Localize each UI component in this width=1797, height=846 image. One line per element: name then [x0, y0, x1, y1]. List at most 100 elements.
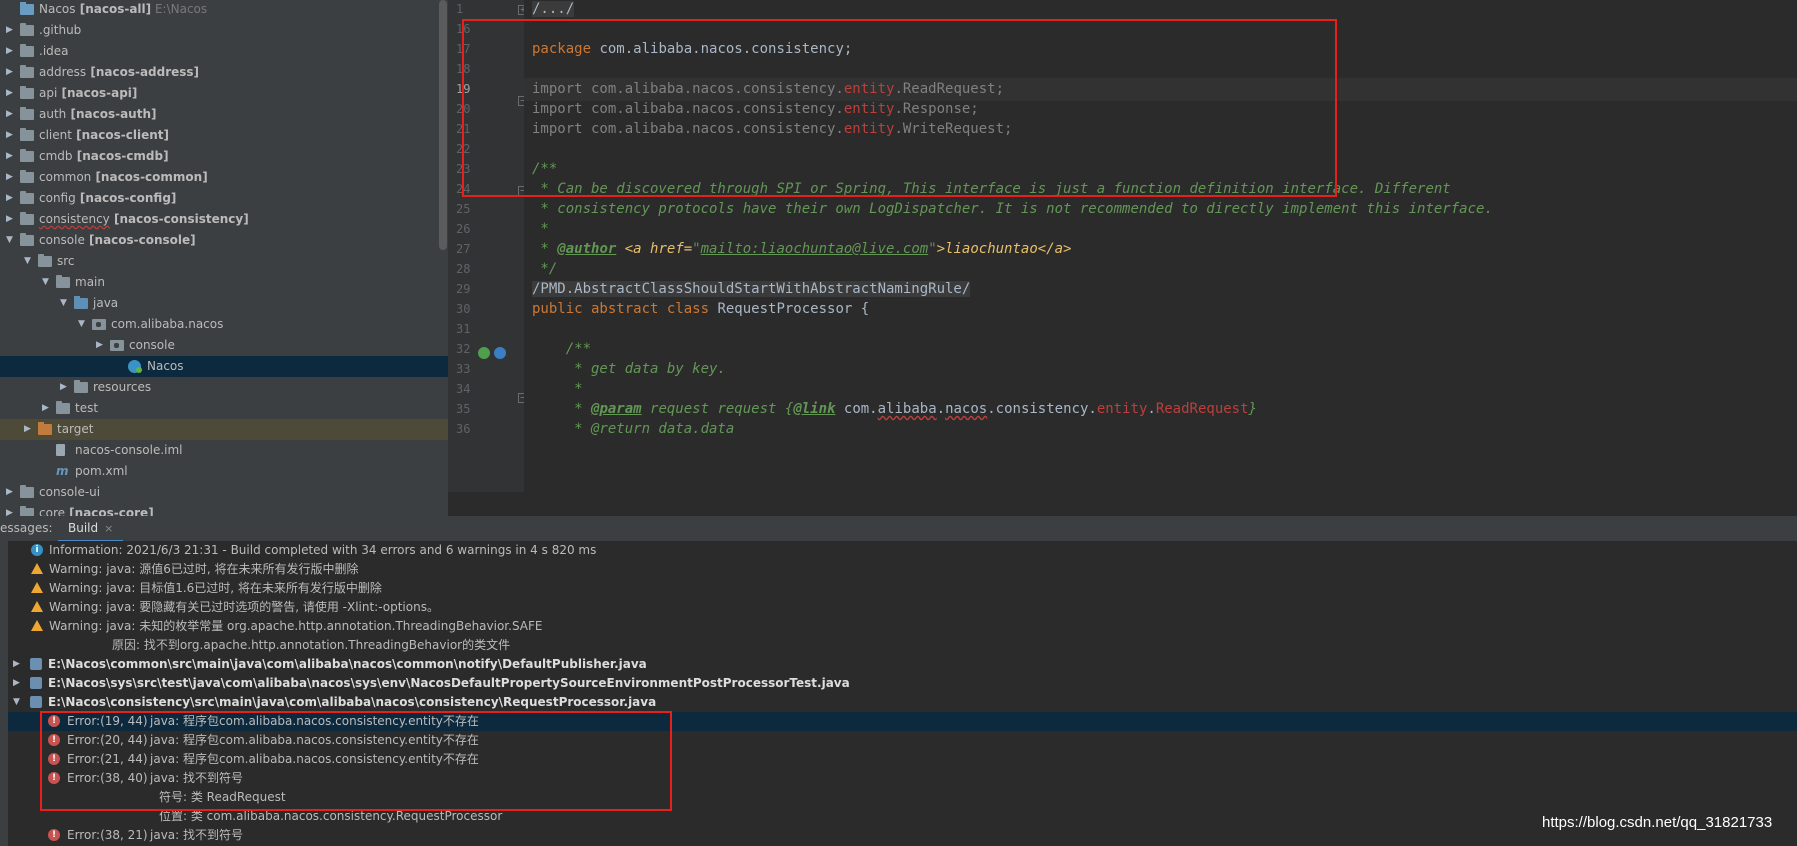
chevron-right-icon[interactable]: ▶	[6, 482, 16, 503]
inspect-icon[interactable]	[494, 347, 506, 359]
tree-item[interactable]: ▶ console	[0, 335, 448, 356]
implemented-icon[interactable]	[478, 347, 490, 359]
line-number: 36	[456, 422, 471, 436]
chevron-right-icon[interactable]: ▶	[13, 655, 20, 674]
messages-caption: essages:	[0, 521, 53, 535]
java-file-icon	[30, 696, 42, 708]
tree-item-label: config [nacos-config]	[39, 191, 177, 205]
chevron-right-icon[interactable]: ▶	[6, 188, 16, 209]
message-row[interactable]: 原因: 找不到org.apache.http.annotation.Thread…	[0, 636, 1797, 655]
chevron-right-icon[interactable]: ▶	[6, 62, 16, 83]
tree-item-label: client [nacos-client]	[39, 128, 169, 142]
tree-item-label: console-ui	[39, 485, 101, 499]
tree-item-label: Nacos [nacos-all] E:\Nacos	[39, 2, 208, 16]
tree-item[interactable]: ▶ core [nacos-core]	[0, 503, 448, 516]
code-line-36: * @return data.data	[532, 421, 735, 437]
tree-item[interactable]: ▼ main	[0, 272, 448, 293]
chevron-down-icon[interactable]: ▼	[42, 272, 52, 293]
tree-item-label: main	[75, 275, 105, 289]
java-file-icon	[30, 658, 42, 670]
java-class-icon	[128, 360, 142, 373]
folder-icon	[92, 319, 106, 330]
tree-item[interactable]: ▶ test	[0, 398, 448, 419]
file-path: E:\Nacos\consistency\src\main\java\com\a…	[48, 695, 657, 709]
tree-item-label: target	[57, 422, 94, 436]
chevron-right-icon[interactable]: ▶	[24, 419, 34, 440]
tree-item[interactable]: ▶ consistency [nacos-consistency]	[0, 209, 448, 230]
tree-item-label: cmdb [nacos-cmdb]	[39, 149, 169, 163]
tree-item[interactable]: ▶ config [nacos-config]	[0, 188, 448, 209]
tree-item[interactable]: ▶ address [nacos-address]	[0, 62, 448, 83]
chevron-right-icon[interactable]: ▶	[6, 503, 16, 516]
tree-item[interactable]: ▼ src	[0, 251, 448, 272]
chevron-right-icon[interactable]: ▶	[6, 209, 16, 230]
tree-scrollbar[interactable]	[439, 0, 447, 250]
file-path: E:\Nacos\sys\src\test\java\com\alibaba\n…	[48, 676, 850, 690]
folder-icon	[110, 340, 124, 351]
tree-item[interactable]: ▶ api [nacos-api]	[0, 83, 448, 104]
chevron-right-icon[interactable]: ▶	[96, 335, 106, 356]
chevron-right-icon[interactable]: ▶	[60, 377, 70, 398]
chevron-down-icon[interactable]: ▼	[60, 293, 70, 314]
tree-item[interactable]: nacos-console.iml	[0, 440, 448, 461]
tree-item[interactable]: ▶ .idea	[0, 41, 448, 62]
tree-item-label: .idea	[39, 44, 69, 58]
tree-item[interactable]: ▶ resources	[0, 377, 448, 398]
close-icon[interactable]: ×	[104, 522, 113, 535]
chevron-down-icon[interactable]: ▼	[6, 230, 16, 251]
tree-item[interactable]: Nacos [nacos-all] E:\Nacos	[0, 0, 448, 20]
folder-icon	[20, 23, 34, 36]
chevron-right-icon[interactable]: ▶	[6, 125, 16, 146]
message-row[interactable]: ▶ E:\Nacos\sys\src\test\java\com\alibaba\…	[0, 674, 1797, 693]
message-text: Warning: java: 源值6已过时, 将在未来所有发行版中删除	[49, 562, 359, 576]
project-tree: Nacos [nacos-all] E:\Nacos ▶ .github ▶ .idea…	[0, 0, 448, 516]
highlight-box-errors	[40, 711, 672, 811]
folder-icon	[20, 107, 34, 120]
tree-item[interactable]: m pom.xml	[0, 461, 448, 482]
message-row[interactable]: Warning: java: 未知的枚举常量 org.apache.http.a…	[0, 617, 1797, 636]
chevron-down-icon[interactable]: ▼	[24, 251, 34, 272]
tree-item[interactable]: ▶ common [nacos-common]	[0, 167, 448, 188]
tree-item[interactable]: ▼ console [nacos-console]	[0, 230, 448, 251]
code-line-30: public abstract class RequestProcessor {	[532, 301, 870, 317]
chevron-down-icon[interactable]: ▼	[78, 314, 88, 335]
message-row[interactable]: ! Error:(38, 21) java: 找不到符号	[0, 826, 1797, 845]
tree-item[interactable]: ▶ console-ui	[0, 482, 448, 503]
folder-icon	[20, 170, 34, 183]
message-row[interactable]: Warning: java: 目标值1.6已过时, 将在未来所有发行版中删除	[0, 579, 1797, 598]
tree-item[interactable]: ▶ client [nacos-client]	[0, 125, 448, 146]
warning-icon	[31, 620, 43, 631]
tree-item[interactable]: ▶ .github	[0, 20, 448, 41]
chevron-right-icon[interactable]: ▶	[42, 398, 52, 419]
folder-icon	[20, 149, 34, 162]
chevron-right-icon[interactable]: ▶	[6, 83, 16, 104]
tree-item[interactable]: ▶ auth [nacos-auth]	[0, 104, 448, 125]
tree-item[interactable]: ▼ java	[0, 293, 448, 314]
tree-item-label: common [nacos-common]	[39, 170, 208, 184]
folder-icon	[74, 380, 88, 393]
chevron-right-icon[interactable]: ▶	[6, 167, 16, 188]
error-text: java: 找不到符号	[150, 828, 244, 842]
messages-toolbar	[0, 541, 8, 846]
folder-icon	[20, 506, 34, 516]
tree-item[interactable]: ▼ com.alibaba.nacos	[0, 314, 448, 335]
code-line-25: * consistency protocols have their own L…	[532, 201, 1493, 217]
tree-item[interactable]: ▶ cmdb [nacos-cmdb]	[0, 146, 448, 167]
chevron-right-icon[interactable]: ▶	[6, 104, 16, 125]
tree-item[interactable]: Nacos	[0, 356, 448, 377]
chevron-right-icon[interactable]: ▶	[6, 146, 16, 167]
message-row[interactable]: ▼ E:\Nacos\consistency\src\main\java\com\…	[0, 693, 1797, 712]
message-row[interactable]: Warning: java: 要隐藏有关已过时选项的警告, 请使用 -Xlint…	[0, 598, 1797, 617]
tree-item[interactable]: ▶ target	[0, 419, 448, 440]
chevron-right-icon[interactable]: ▶	[6, 20, 16, 41]
chevron-right-icon[interactable]: ▶	[6, 41, 16, 62]
file-icon	[56, 444, 65, 456]
chevron-down-icon[interactable]: ▼	[13, 693, 20, 712]
chevron-right-icon[interactable]: ▶	[13, 674, 20, 693]
message-row[interactable]: ▶ E:\Nacos\common\src\main\java\com\aliba…	[0, 655, 1797, 674]
tab-build-label: Build	[68, 521, 99, 535]
warning-icon	[31, 582, 43, 593]
tab-build[interactable]: Build ×	[58, 516, 124, 543]
message-row[interactable]: i Information: 2021/6/3 21:31 - Build com…	[0, 541, 1797, 560]
message-row[interactable]: Warning: java: 源值6已过时, 将在未来所有发行版中删除	[0, 560, 1797, 579]
